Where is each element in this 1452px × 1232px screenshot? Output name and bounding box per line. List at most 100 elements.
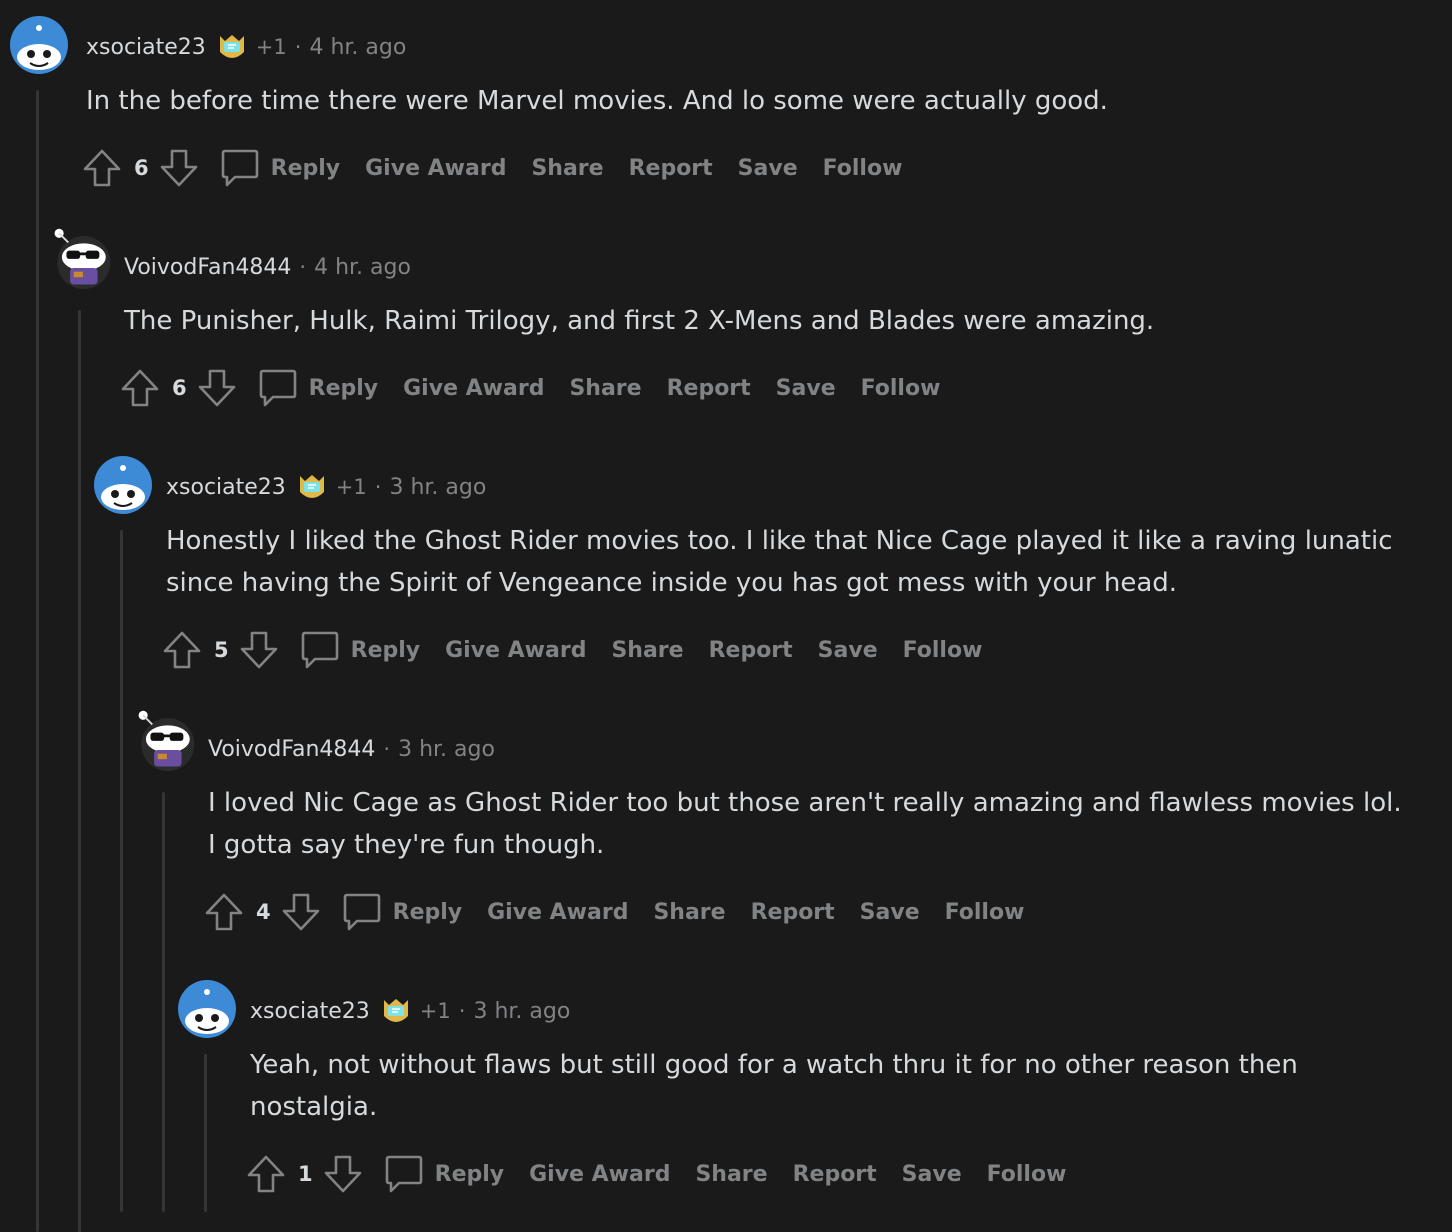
follow-button[interactable]: Follow (903, 638, 983, 663)
username[interactable]: xsociate23 (86, 35, 206, 60)
vote-score: 1 (298, 1162, 313, 1186)
comment-icon[interactable] (219, 147, 261, 189)
follow-button[interactable]: Follow (823, 156, 903, 181)
snoo-sunglasses-avatar[interactable] (134, 704, 198, 776)
give-award-button[interactable]: Give Award (529, 1162, 670, 1187)
give-award-button[interactable]: Give Award (403, 376, 544, 401)
comment-body: Honestly I liked the Ghost Rider movies … (166, 520, 1393, 604)
comment-line: In the before time there were Marvel mov… (86, 86, 1108, 116)
comment-line: since having the Spirit of Vengeance ins… (166, 568, 1178, 598)
snoo-sunglasses-avatar[interactable] (50, 222, 114, 294)
thread-line[interactable] (36, 90, 39, 1232)
comment-line: The Punisher, Hulk, Raimi Trilogy, and f… (124, 306, 1155, 336)
save-button[interactable]: Save (818, 638, 878, 663)
comment-line: I loved Nic Cage as Ghost Rider too but … (208, 788, 1402, 818)
save-button[interactable]: Save (776, 376, 836, 401)
share-button[interactable]: Share (611, 638, 683, 663)
separator-dot: · (294, 35, 302, 59)
give-award-button[interactable]: Give Award (487, 900, 628, 925)
downvote-icon[interactable] (197, 368, 237, 408)
report-button[interactable]: Report (751, 900, 835, 925)
vote-score: 6 (172, 376, 187, 400)
comment-icon[interactable] (299, 629, 341, 671)
downvote-icon[interactable] (281, 892, 321, 932)
username[interactable]: VoivodFan4844 (208, 737, 375, 762)
thread-line[interactable] (162, 792, 165, 1212)
comment-line: Yeah, not without flaws but still good f… (250, 1050, 1298, 1080)
username[interactable]: VoivodFan4844 (124, 255, 291, 280)
separator-dot: · (458, 999, 466, 1023)
comment-line: I gotta say they're fun though. (208, 830, 605, 860)
comment-icon[interactable] (257, 367, 299, 409)
comment-actions: 1 Reply Give Award Share Report Save Fol… (246, 1152, 1066, 1196)
give-award-button[interactable]: Give Award (365, 156, 506, 181)
separator-dot: · (299, 255, 307, 279)
plus-count: +1 (335, 475, 367, 499)
vote-score: 5 (214, 638, 229, 662)
snoo-blue-avatar[interactable] (178, 980, 236, 1038)
snoo-blue-avatar[interactable] (94, 456, 152, 514)
give-award-button[interactable]: Give Award (445, 638, 586, 663)
comment-body: Yeah, not without flaws but still good f… (250, 1044, 1298, 1128)
comment-actions: 5 Reply Give Award Share Report Save Fol… (162, 628, 982, 672)
username[interactable]: xsociate23 (166, 475, 286, 500)
comment-body: I loved Nic Cage as Ghost Rider too but … (208, 782, 1402, 866)
follow-button[interactable]: Follow (861, 376, 941, 401)
report-button[interactable]: Report (629, 156, 713, 181)
save-button[interactable]: Save (902, 1162, 962, 1187)
comment-header: xsociate23 +1 · 4 hr. ago (86, 32, 406, 62)
thread-line[interactable] (78, 310, 81, 1232)
share-button[interactable]: Share (531, 156, 603, 181)
share-button[interactable]: Share (695, 1162, 767, 1187)
award-badge-icon (380, 996, 412, 1026)
follow-button[interactable]: Follow (945, 900, 1025, 925)
comment-actions: 6 Reply Give Award Share Report Save Fol… (82, 146, 902, 190)
upvote-icon[interactable] (82, 148, 122, 188)
report-button[interactable]: Report (667, 376, 751, 401)
comment-body: The Punisher, Hulk, Raimi Trilogy, and f… (124, 300, 1154, 342)
vote-score: 6 (134, 156, 149, 180)
timestamp[interactable]: 3 hr. ago (389, 475, 486, 500)
thread-line[interactable] (204, 1054, 207, 1212)
share-button[interactable]: Share (569, 376, 641, 401)
reply-button[interactable]: Reply (435, 1162, 505, 1187)
comment-header: xsociate23 +1 · 3 hr. ago (166, 472, 486, 502)
comment-header: VoivodFan4844 · 3 hr. ago (208, 734, 495, 764)
downvote-icon[interactable] (239, 630, 279, 670)
separator-dot: · (374, 475, 382, 499)
share-button[interactable]: Share (653, 900, 725, 925)
comment-line: Honestly I liked the Ghost Rider movies … (166, 526, 1393, 556)
comment-icon[interactable] (341, 891, 383, 933)
award-badge-icon (296, 472, 328, 502)
comment-header: xsociate23 +1 · 3 hr. ago (250, 996, 570, 1026)
comment-header: VoivodFan4844 · 4 hr. ago (124, 252, 411, 282)
save-button[interactable]: Save (738, 156, 798, 181)
timestamp[interactable]: 3 hr. ago (398, 737, 495, 762)
upvote-icon[interactable] (162, 630, 202, 670)
report-button[interactable]: Report (793, 1162, 877, 1187)
reply-button[interactable]: Reply (351, 638, 421, 663)
thread-line[interactable] (120, 530, 123, 1212)
save-button[interactable]: Save (860, 900, 920, 925)
follow-button[interactable]: Follow (987, 1162, 1067, 1187)
snoo-blue-avatar[interactable] (10, 16, 68, 74)
upvote-icon[interactable] (120, 368, 160, 408)
reply-button[interactable]: Reply (393, 900, 463, 925)
separator-dot: · (383, 737, 391, 761)
comment-icon[interactable] (383, 1153, 425, 1195)
upvote-icon[interactable] (246, 1154, 286, 1194)
username[interactable]: xsociate23 (250, 999, 370, 1024)
plus-count: +1 (255, 35, 287, 59)
reply-button[interactable]: Reply (271, 156, 341, 181)
downvote-icon[interactable] (159, 148, 199, 188)
report-button[interactable]: Report (709, 638, 793, 663)
comment-actions: 6 Reply Give Award Share Report Save Fol… (120, 366, 940, 410)
comment-actions: 4 Reply Give Award Share Report Save Fol… (204, 890, 1024, 934)
upvote-icon[interactable] (204, 892, 244, 932)
timestamp[interactable]: 4 hr. ago (314, 255, 411, 280)
timestamp[interactable]: 4 hr. ago (309, 35, 406, 60)
vote-score: 4 (256, 900, 271, 924)
reply-button[interactable]: Reply (309, 376, 379, 401)
timestamp[interactable]: 3 hr. ago (473, 999, 570, 1024)
downvote-icon[interactable] (323, 1154, 363, 1194)
